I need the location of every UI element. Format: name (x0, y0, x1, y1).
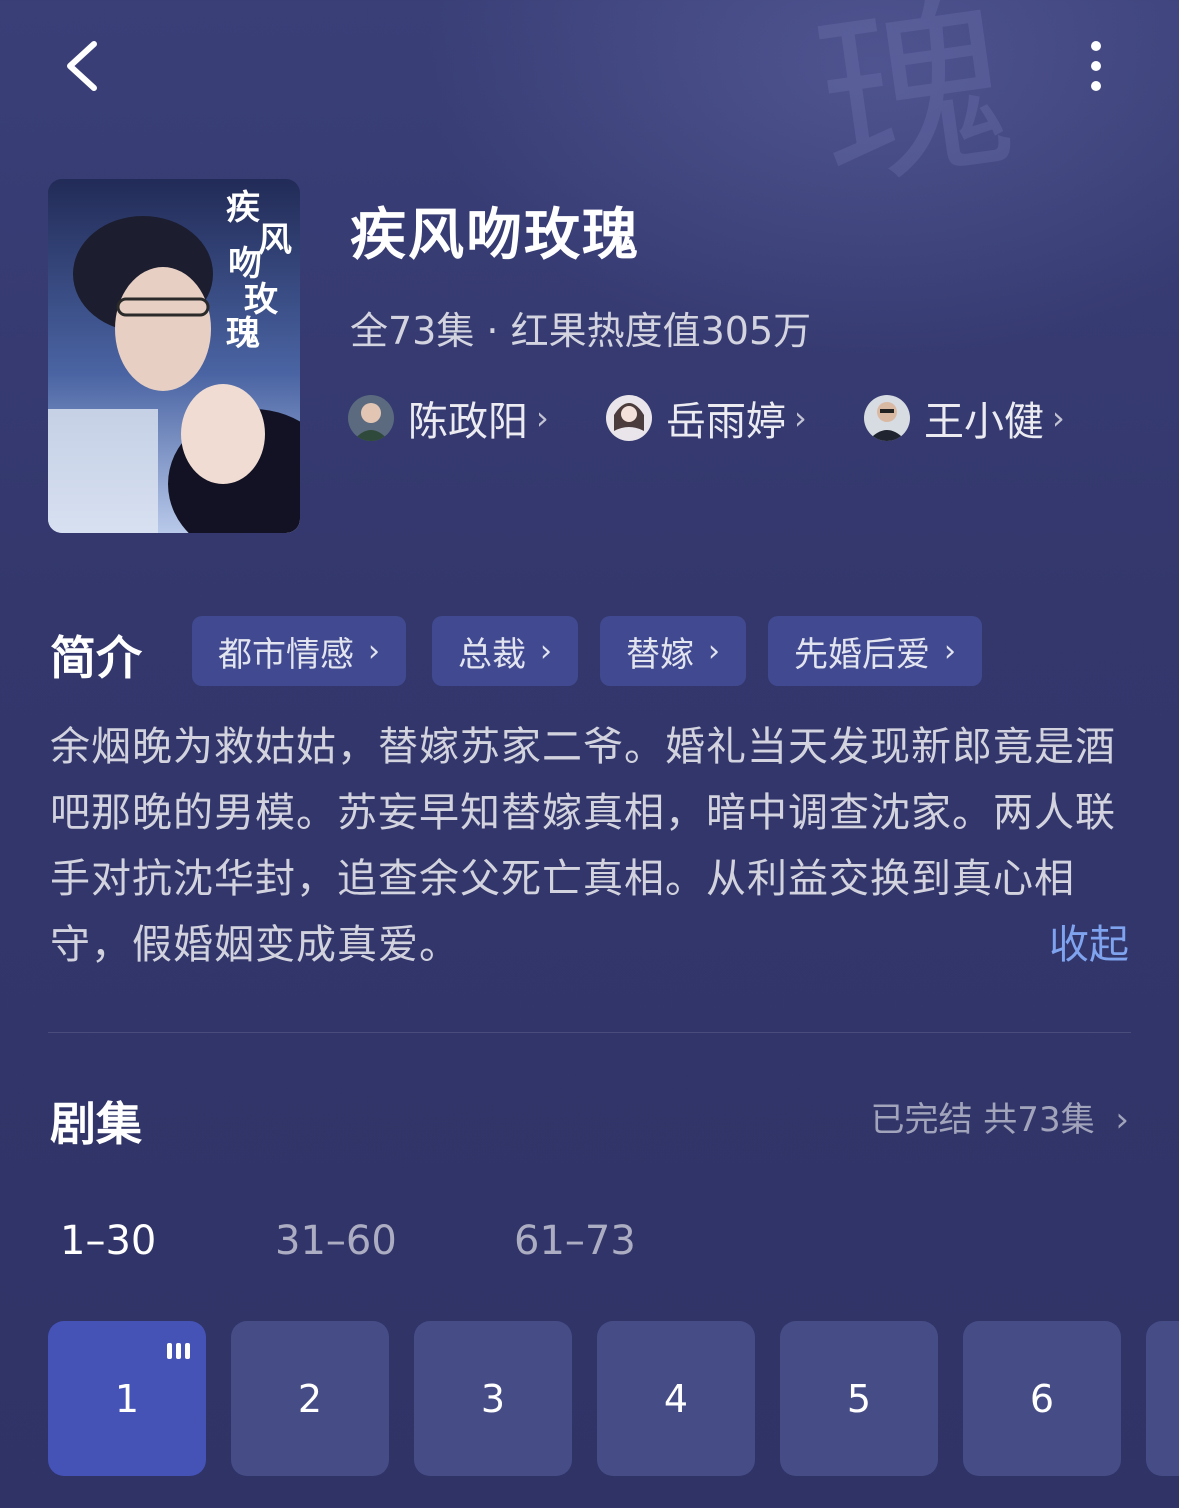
episode-button[interactable]: 4 (597, 1321, 755, 1476)
tag-button[interactable]: 都市情感 › (192, 616, 406, 686)
episode-button[interactable]: 3 (414, 1321, 572, 1476)
tag-button[interactable]: 总裁 › (432, 616, 578, 686)
episode-number: 5 (846, 1376, 872, 1421)
now-playing-icon (167, 1343, 190, 1359)
chevron-right-icon: › (536, 399, 549, 437)
episodes-status: 已完结 共73集 (870, 1100, 1095, 1140)
show-meta: 全73集 · 红果热度值305万 (350, 309, 812, 353)
episode-button[interactable]: 5 (780, 1321, 938, 1476)
episode-button[interactable]: 1 (48, 1321, 206, 1476)
range-tab-1[interactable]: 1–30 (60, 1218, 156, 1264)
tag-label: 都市情感 (218, 634, 354, 675)
cast-item-3[interactable]: 王小健 › (864, 392, 1065, 445)
chevron-left-icon (67, 41, 97, 91)
episode-number: 2 (297, 1376, 323, 1421)
show-title: 疾风吻玫瑰 (350, 203, 640, 268)
chevron-right-icon: › (1115, 1100, 1129, 1140)
episode-number: 3 (480, 1376, 506, 1421)
tag-label: 先婚后爱 (794, 634, 930, 675)
chevron-right-icon: › (708, 633, 720, 669)
chevron-right-icon: › (944, 633, 956, 669)
range-tab-2[interactable]: 31–60 (275, 1218, 397, 1264)
episodes-heading: 剧集 (50, 1097, 142, 1151)
tag-button[interactable]: 替嫁 › (600, 616, 746, 686)
avatar (348, 395, 394, 441)
collapse-button[interactable]: 收起 (1049, 912, 1129, 970)
intro-heading: 简介 (50, 631, 142, 685)
svg-text:疾: 疾 (226, 188, 260, 228)
tag-label: 替嫁 (626, 634, 694, 675)
avatar (606, 395, 652, 441)
episode-number: 4 (663, 1376, 689, 1421)
range-tab-3[interactable]: 61–73 (514, 1218, 636, 1264)
cast-name: 王小健 (924, 399, 1044, 445)
svg-text:吻: 吻 (228, 244, 262, 284)
divider (48, 1032, 1131, 1033)
chevron-right-icon: › (1052, 399, 1065, 437)
chevron-right-icon: › (540, 633, 552, 669)
cast-item-2[interactable]: 岳雨婷 › (606, 392, 807, 445)
show-description: 余烟晚为救姑姑，替嫁苏家二爷。婚礼当天发现新郎竟是酒吧那晚的男模。苏妄早知替嫁真… (50, 724, 1116, 968)
episodes-status-link[interactable]: 已完结 共73集 › (871, 1092, 1130, 1141)
more-button[interactable] (1072, 34, 1120, 98)
chevron-right-icon: › (794, 399, 807, 437)
episode-number: 1 (114, 1376, 140, 1421)
svg-text:瑰: 瑰 (226, 314, 260, 354)
chevron-right-icon: › (368, 633, 380, 669)
vertical-dots-icon (1091, 41, 1101, 91)
episode-number: 6 (1029, 1376, 1055, 1421)
episode-button-partial[interactable] (1146, 1321, 1179, 1476)
tag-button[interactable]: 先婚后爱 › (768, 616, 982, 686)
cast-name: 陈政阳 (408, 399, 528, 445)
episode-button[interactable]: 6 (963, 1321, 1121, 1476)
back-button[interactable] (56, 34, 116, 98)
cast-name: 岳雨婷 (666, 399, 786, 445)
tag-label: 总裁 (458, 634, 526, 675)
background-artwork: 瑰 (805, 0, 1025, 218)
avatar (864, 395, 910, 441)
svg-text:风: 风 (258, 220, 292, 260)
poster-image: 疾风吻玫瑰 (48, 179, 300, 533)
cast-item-1[interactable]: 陈政阳 › (348, 392, 549, 445)
show-poster[interactable]: 疾风吻玫瑰 (48, 179, 300, 533)
episode-button[interactable]: 2 (231, 1321, 389, 1476)
